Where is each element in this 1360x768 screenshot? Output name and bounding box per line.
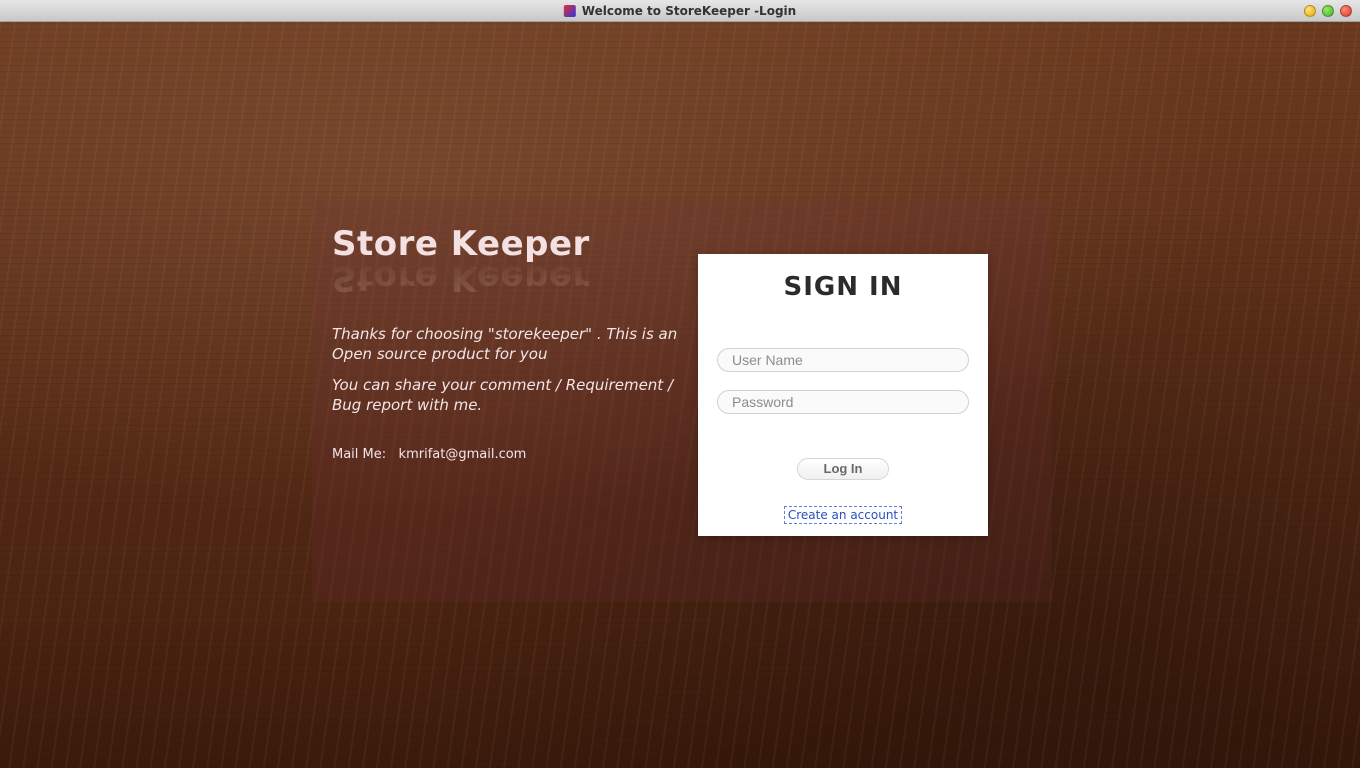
signin-card: SIGN IN Log In Create an account	[698, 254, 988, 536]
signin-heading: SIGN IN	[784, 272, 903, 302]
create-account-link[interactable]: Create an account	[784, 506, 902, 524]
maximize-button[interactable]	[1322, 5, 1334, 17]
intro-share-text: You can share your comment / Requirement…	[332, 375, 682, 416]
intro-thanks-text: Thanks for choosing "storekeeper" . This…	[332, 324, 682, 365]
window-titlebar: Welcome to StoreKeeper -Login	[0, 0, 1360, 22]
mail-line: Mail Me: kmrifat@gmail.com	[332, 447, 682, 462]
username-input[interactable]	[717, 348, 969, 372]
login-button[interactable]: Log In	[797, 458, 889, 480]
info-column: Store Keeper Store Keeper Thanks for cho…	[332, 224, 682, 462]
mail-label: Mail Me:	[332, 447, 386, 462]
brand-title: Store Keeper	[332, 224, 682, 264]
mail-address: kmrifat@gmail.com	[399, 447, 527, 462]
password-input[interactable]	[717, 390, 969, 414]
app-background: Store Keeper Store Keeper Thanks for cho…	[0, 22, 1360, 768]
window-title: Welcome to StoreKeeper -Login	[582, 4, 796, 18]
minimize-button[interactable]	[1304, 5, 1316, 17]
close-button[interactable]	[1340, 5, 1352, 17]
app-icon	[564, 5, 576, 17]
brand-title-reflection: Store Keeper	[332, 258, 682, 298]
